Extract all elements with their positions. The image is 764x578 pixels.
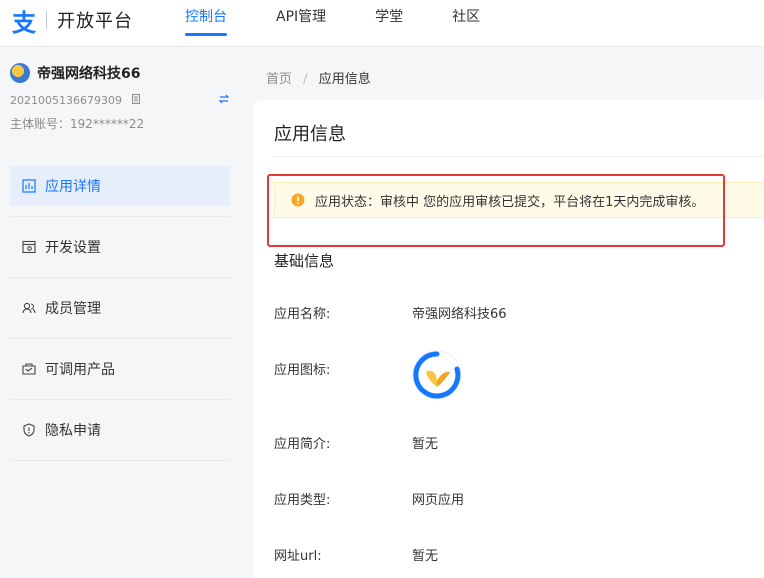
field-label-app-type: 应用类型:: [274, 493, 331, 508]
account-id: 2021005136679309: [10, 94, 122, 107]
section-title-basic-info: 基础信息: [274, 252, 335, 270]
sidebar-item-app-details[interactable]: 应用详情: [10, 166, 230, 217]
sidebar-item-label: 开发设置: [45, 240, 101, 256]
dev-settings-icon: [22, 240, 36, 254]
account-name-row: 帝强网络科技66: [10, 63, 140, 83]
logo[interactable]: 支 开放平台: [10, 6, 133, 37]
page-title: 应用信息: [274, 124, 346, 145]
sidebar-item-label: 成员管理: [45, 301, 101, 317]
privacy-shield-icon: [23, 423, 35, 437]
app-logo-icon: [412, 350, 462, 400]
avatar: [10, 63, 30, 83]
copy-icon[interactable]: [130, 93, 142, 105]
field-label-url: 网址url:: [274, 549, 322, 564]
field-value-app-type: 网页应用: [412, 493, 465, 508]
nav-api-management[interactable]: API管理: [261, 0, 341, 46]
nav-academy[interactable]: 学堂: [360, 0, 418, 46]
breadcrumb-home[interactable]: 首页: [266, 72, 292, 87]
members-icon: [22, 302, 36, 314]
sidebar: 帝强网络科技66 2021005136679309 主体账号：192******…: [0, 47, 244, 578]
field-label-app-intro: 应用简介:: [274, 437, 331, 452]
sidebar-item-label: 隐私申请: [45, 423, 101, 439]
switch-account-icon[interactable]: [218, 93, 230, 105]
highlight-annotation-box: [267, 174, 725, 247]
breadcrumb-separator: /: [303, 72, 308, 87]
account-name: 帝强网络科技66: [37, 66, 141, 82]
logo-divider: [46, 11, 47, 29]
sidebar-item-members[interactable]: 成员管理: [10, 288, 230, 339]
alipay-logo-icon: 支: [12, 8, 36, 37]
field-value-app-intro: 暂无: [412, 437, 439, 452]
breadcrumb-current: 应用信息: [318, 72, 371, 87]
nav-console[interactable]: 控制台: [170, 0, 242, 46]
field-label-app-icon: 应用图标:: [274, 363, 331, 378]
sidebar-item-available-products[interactable]: 可调用产品: [10, 349, 230, 400]
top-navigation-bar: 支 开放平台 控制台 API管理 学堂 社区: [0, 0, 764, 47]
field-value-app-name: 帝强网络科技66: [412, 307, 507, 322]
main-account: 主体账号：192******22: [10, 117, 145, 131]
sidebar-item-label: 可调用产品: [45, 362, 115, 378]
products-icon: [22, 363, 36, 375]
breadcrumb: 首页 / 应用信息: [266, 68, 371, 87]
main-nav: 控制台 API管理 学堂 社区: [170, 0, 514, 46]
field-label-app-name: 应用名称:: [274, 307, 331, 322]
sidebar-menu: 应用详情 开发设置 成员管理 可调用产品 隐私申请: [10, 166, 230, 471]
field-value-url: 暂无: [412, 549, 439, 564]
sidebar-item-privacy[interactable]: 隐私申请: [10, 410, 230, 461]
app-info-card: 应用信息 应用状态：审核中 您的应用审核已提交，平台将在1天内完成审核。 基础信…: [254, 100, 764, 578]
title-divider: [274, 156, 764, 157]
sidebar-item-label: 应用详情: [45, 179, 101, 195]
chart-icon: [22, 179, 36, 193]
logo-text: 开放平台: [57, 11, 133, 32]
sidebar-item-dev-settings[interactable]: 开发设置: [10, 227, 230, 278]
nav-community[interactable]: 社区: [437, 0, 495, 46]
